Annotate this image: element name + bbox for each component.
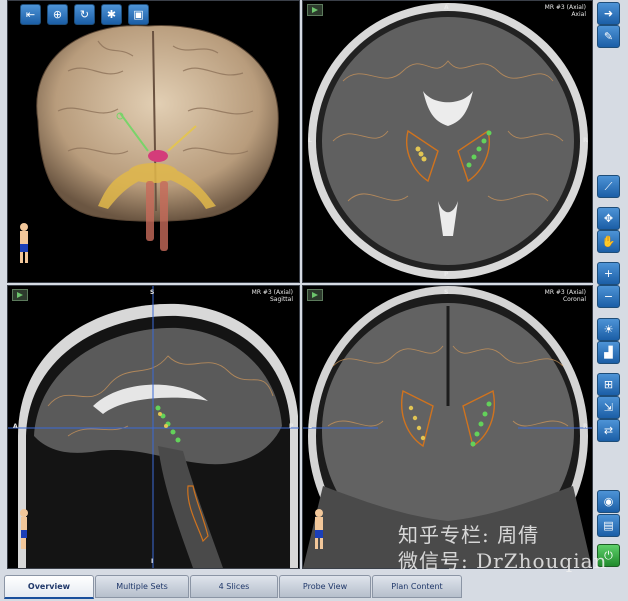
brain-3d-render xyxy=(36,25,279,251)
viewport-toolbar: ⇤ ⊕ ↻ ✱ ▣ xyxy=(20,4,149,25)
axial-slice-image xyxy=(308,3,588,279)
orientation-figure-icon xyxy=(315,509,323,549)
gear-icon[interactable]: ✱ xyxy=(101,4,122,25)
orientation-left-label: L xyxy=(308,423,312,430)
tab-multiple-sets[interactable]: Multiple Sets xyxy=(95,575,189,598)
orientation-right-label: R xyxy=(583,423,588,430)
orientation-figure-icon xyxy=(20,223,28,263)
rotate-icon[interactable]: ↻ xyxy=(74,4,95,25)
sagittal-slice-image xyxy=(8,286,299,568)
orientation-left-label: L xyxy=(308,137,312,144)
viewport-menu-icon[interactable] xyxy=(12,289,28,301)
viewport-3d[interactable]: ⇤ ⊕ ↻ ✱ ▣ xyxy=(7,0,300,283)
orientation-bottom-label: I xyxy=(151,558,154,565)
align-icon[interactable]: ⇲ xyxy=(597,396,620,419)
viewport-menu-icon[interactable] xyxy=(307,4,323,16)
zoom-icon[interactable]: ⊕ xyxy=(47,4,68,25)
zoom-out-icon[interactable]: − xyxy=(597,285,620,308)
export-icon[interactable]: ➜ xyxy=(597,2,620,25)
orientation-top-label: S xyxy=(150,289,155,296)
tab-plan-content[interactable]: Plan Content xyxy=(372,575,462,598)
orientation-left-label: A xyxy=(13,423,18,430)
tab-probe-view[interactable]: Probe View xyxy=(279,575,371,598)
layers-icon[interactable]: ▣ xyxy=(128,4,149,25)
viewport-series-label: MR #3 (Axial) Sagittal xyxy=(251,289,293,303)
viewport-axial[interactable]: MR #3 (Axial) Axial A L R P xyxy=(302,0,593,283)
camera-icon[interactable]: ◉ xyxy=(597,490,620,513)
swap-icon[interactable]: ⇄ xyxy=(597,419,620,442)
watermark-text: 知乎专栏: 周倩 微信号: DrZhouqian xyxy=(398,523,608,573)
viewport-sagittal[interactable]: MR #3 (Axial) Sagittal S A P I xyxy=(7,285,300,569)
orientation-figure-icon xyxy=(20,509,28,549)
right-toolbar: ➜ ✎ ⟋ ✥ ✋ + − ☀ ▟ ⊞ ⇲ ⇄ ◉ ▤ ⏻ xyxy=(594,0,626,567)
pan-icon[interactable]: ✥ xyxy=(597,207,620,230)
histogram-icon[interactable]: ▟ xyxy=(597,341,620,364)
viewport-series-label: MR #3 (Axial) Coronal xyxy=(544,289,586,303)
tab-overview[interactable]: Overview xyxy=(4,575,94,599)
hand-icon[interactable]: ✋ xyxy=(597,230,620,253)
orientation-right-label: P xyxy=(289,423,294,430)
orientation-top-label: A xyxy=(444,4,449,11)
brightness-icon[interactable]: ☀ xyxy=(597,318,620,341)
viewport-menu-icon[interactable] xyxy=(307,289,323,301)
bottom-tab-bar: Overview Multiple Sets 4 Slices Probe Vi… xyxy=(0,570,628,601)
wrench-icon[interactable]: ✎ xyxy=(597,25,620,48)
orientation-right-label: R xyxy=(583,137,588,144)
orientation-top-label: S xyxy=(444,289,449,296)
zoom-in-icon[interactable]: + xyxy=(597,262,620,285)
orientation-bottom-label: P xyxy=(444,271,449,278)
measure-icon[interactable]: ⟋ xyxy=(597,175,620,198)
home-icon[interactable]: ⇤ xyxy=(20,4,41,25)
tab-4-slices[interactable]: 4 Slices xyxy=(190,575,278,598)
viewport-series-label: MR #3 (Axial) Axial xyxy=(544,4,586,18)
add-trajectory-icon[interactable]: ⊞ xyxy=(597,373,620,396)
